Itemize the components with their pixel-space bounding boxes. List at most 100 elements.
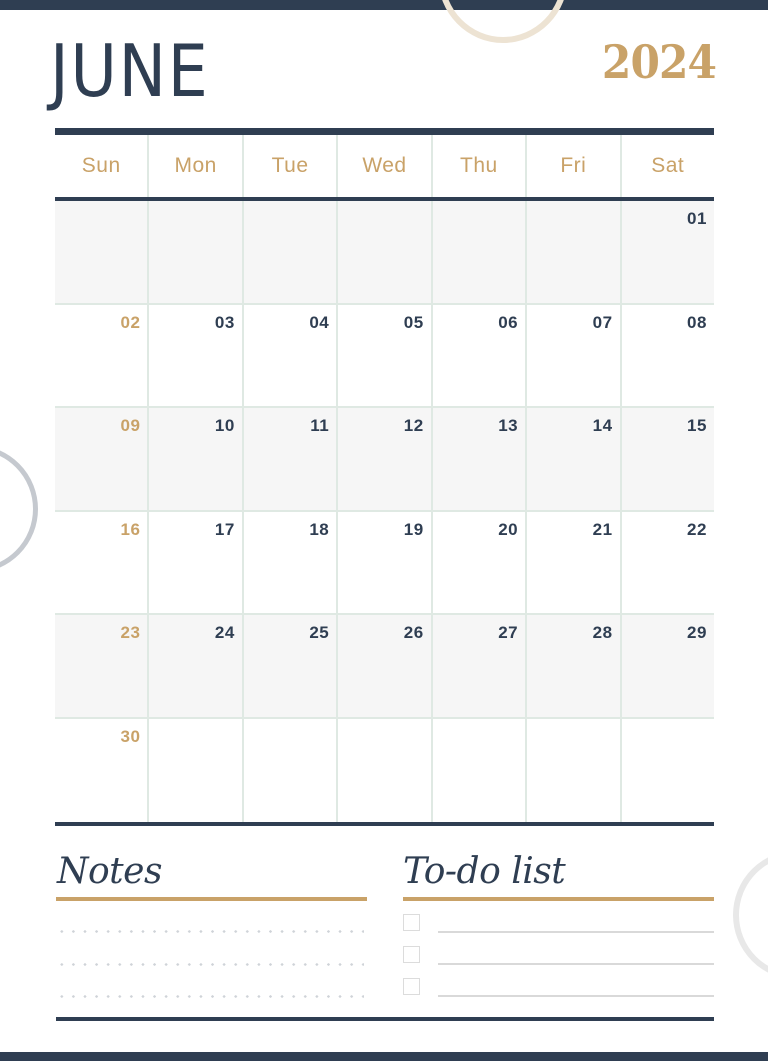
day-number: 16 [120, 519, 141, 539]
day-cell[interactable]: 23 [55, 615, 147, 717]
day-cell[interactable]: 07 [525, 304, 619, 406]
day-cell[interactable]: 29 [619, 615, 714, 717]
week-row-3: 09 10 11 12 13 14 15 [55, 408, 714, 512]
day-number: 11 [310, 416, 330, 435]
day-cell[interactable]: 26 [336, 615, 430, 717]
day-number: 23 [120, 623, 141, 642]
todo-line[interactable] [438, 995, 714, 997]
day-number: 08 [687, 312, 707, 332]
grid-bottom-rule [55, 822, 714, 826]
day-cell[interactable]: 21 [525, 511, 619, 613]
notes-line[interactable] [56, 963, 364, 966]
decorative-ring-top [438, 0, 568, 43]
day-number: 07 [592, 312, 613, 332]
day-cell[interactable] [147, 718, 241, 822]
day-cell[interactable]: 18 [241, 511, 336, 613]
day-cell[interactable] [430, 201, 525, 303]
weekday-tue: Tue [241, 135, 336, 197]
day-cell[interactable]: 01 [619, 201, 714, 303]
month-title: JUNE [50, 29, 210, 113]
day-cell[interactable]: 03 [147, 304, 241, 406]
day-cell[interactable]: 25 [241, 615, 336, 717]
day-number: 04 [309, 312, 330, 332]
weekday-thu: Thu [430, 135, 525, 197]
notes-line[interactable] [56, 930, 364, 933]
notes-underline [56, 897, 367, 901]
day-number: 22 [687, 519, 707, 539]
day-cell[interactable] [525, 718, 619, 822]
day-number: 03 [214, 312, 235, 332]
day-cell[interactable]: 09 [55, 408, 147, 510]
day-cell[interactable]: 27 [430, 615, 525, 717]
todo-checkbox[interactable] [403, 946, 420, 963]
day-cell[interactable]: 24 [147, 615, 241, 717]
day-cell[interactable] [525, 201, 619, 303]
day-cell[interactable]: 10 [147, 408, 241, 510]
day-cell[interactable]: 19 [336, 511, 430, 613]
day-cell[interactable]: 04 [241, 304, 336, 406]
day-cell[interactable]: 02 [55, 305, 147, 407]
todo-checkbox[interactable] [403, 978, 420, 995]
todo-item [403, 914, 714, 934]
day-cell[interactable]: 11 [241, 408, 336, 510]
top-border-bar [0, 0, 768, 10]
todo-underline [403, 897, 714, 901]
day-cell[interactable]: 20 [430, 511, 525, 613]
day-number: 20 [498, 519, 519, 539]
day-cell[interactable]: 15 [619, 408, 714, 510]
week-row-2: 02 03 04 05 06 07 08 [55, 304, 714, 408]
day-number: 13 [498, 416, 519, 435]
day-cell[interactable] [241, 201, 336, 303]
day-cell[interactable]: 13 [430, 408, 525, 510]
day-cell[interactable] [430, 718, 525, 822]
grid-top-rule [55, 128, 714, 135]
day-cell[interactable] [336, 201, 430, 303]
decorative-ring-left [0, 445, 38, 573]
day-cell[interactable] [147, 201, 241, 303]
todo-line[interactable] [438, 963, 714, 965]
calendar-grid: Sun Mon Tue Wed Thu Fri Sat 01 02 03 04 … [55, 128, 714, 826]
day-number: 21 [592, 519, 613, 539]
day-number: 27 [498, 623, 519, 642]
day-number: 30 [120, 726, 141, 746]
day-cell[interactable]: 14 [525, 408, 619, 510]
footer-rule [56, 1017, 714, 1021]
day-number: 02 [120, 312, 141, 332]
day-number: 19 [403, 519, 424, 539]
weekday-fri: Fri [525, 135, 619, 197]
week-row-1: 01 [55, 201, 714, 305]
day-cell[interactable] [55, 201, 147, 303]
day-number: 29 [687, 623, 707, 642]
day-number: 18 [309, 519, 330, 539]
day-number: 24 [214, 623, 235, 642]
weekday-wed: Wed [336, 135, 430, 197]
day-cell[interactable]: 05 [336, 304, 430, 406]
day-number: 12 [403, 416, 424, 435]
day-cell[interactable]: 30 [55, 719, 147, 823]
day-cell[interactable]: 22 [619, 511, 714, 613]
todo-title: To-do list [403, 851, 566, 892]
weekday-sun: Sun [81, 154, 121, 177]
bottom-border-bar [0, 1052, 768, 1061]
day-cell[interactable] [241, 718, 336, 822]
notes-line[interactable] [56, 995, 364, 998]
todo-line[interactable] [438, 931, 714, 933]
day-number: 05 [403, 312, 424, 332]
day-cell[interactable]: 16 [55, 512, 147, 614]
day-cell[interactable] [336, 718, 430, 822]
todo-checkbox[interactable] [403, 914, 420, 931]
todo-item [403, 978, 714, 998]
day-cell[interactable]: 08 [619, 304, 714, 406]
day-number: 25 [309, 623, 330, 642]
day-number: 09 [120, 416, 141, 435]
day-cell[interactable]: 06 [430, 304, 525, 406]
day-cell[interactable]: 17 [147, 511, 241, 613]
day-cell[interactable]: 28 [525, 615, 619, 717]
day-number: 01 [687, 209, 707, 228]
day-number: 17 [214, 519, 235, 539]
day-cell[interactable] [619, 718, 714, 822]
todo-item [403, 946, 714, 966]
decorative-ring-right [733, 850, 768, 980]
day-cell[interactable]: 12 [336, 408, 430, 510]
day-number: 28 [592, 623, 613, 642]
